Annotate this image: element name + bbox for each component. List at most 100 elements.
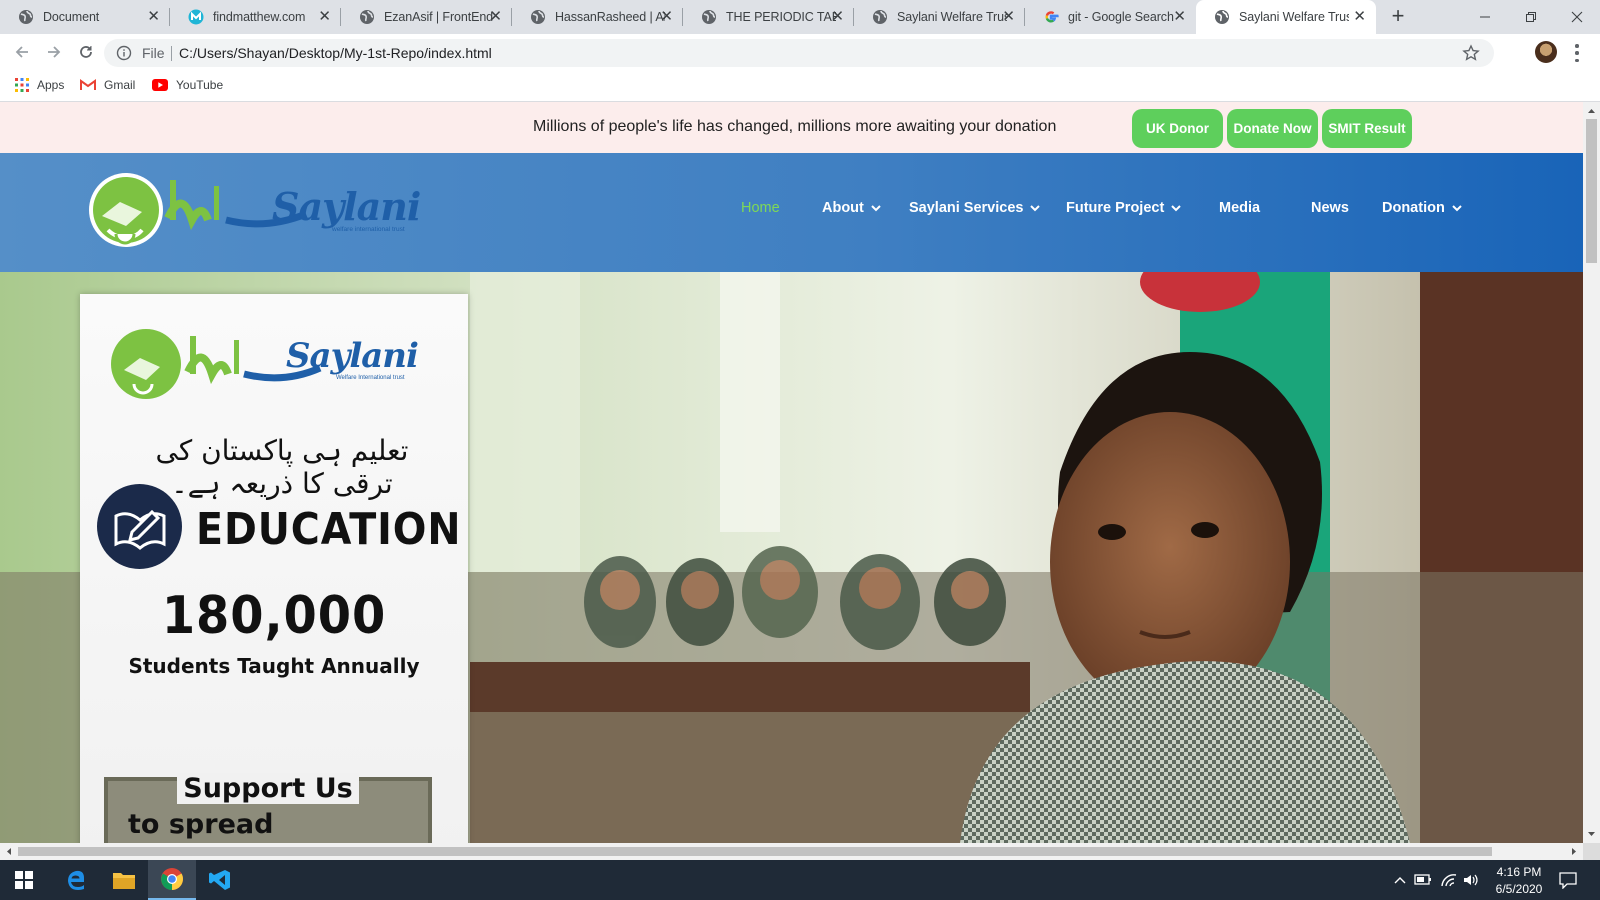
windows-logo-icon xyxy=(15,871,33,889)
reload-icon xyxy=(80,46,92,58)
scroll-right-arrow-icon[interactable] xyxy=(1567,843,1581,860)
tab-close-icon[interactable]: ✕ xyxy=(1002,9,1015,25)
bookmark-apps[interactable]: Apps xyxy=(15,78,64,92)
students-subtitle: Students Taught Annually xyxy=(128,654,420,678)
tab-periodic-table[interactable]: THE PERIODIC TABLE ✕ xyxy=(683,0,854,34)
tab-close-icon[interactable]: ✕ xyxy=(318,9,331,25)
address-bar[interactable]: File C:/Users/Shayan/Desktop/My-1st-Repo… xyxy=(104,39,1494,67)
tab-close-icon[interactable]: ✕ xyxy=(831,9,844,25)
site-m-icon xyxy=(188,9,204,25)
site-navbar: Saylani welfare international trust Home… xyxy=(0,153,1583,272)
folder-icon xyxy=(113,873,135,889)
profile-avatar[interactable] xyxy=(1535,41,1557,63)
tab-close-icon[interactable]: ✕ xyxy=(1353,9,1366,25)
new-tab-button[interactable]: + xyxy=(1386,5,1410,29)
education-title: EDUCATION xyxy=(196,504,462,555)
tab-google-search[interactable]: git - Google Search ✕ xyxy=(1025,0,1196,34)
bookmark-youtube[interactable]: YouTube xyxy=(152,78,223,92)
close-icon xyxy=(1571,11,1583,23)
nav-news[interactable]: News xyxy=(1311,200,1349,216)
taskbar-vscode[interactable] xyxy=(196,860,244,900)
bookmarks-bar: Apps Gmail YouTube xyxy=(0,70,1600,102)
nav-donation[interactable]: Donation xyxy=(1382,200,1462,216)
donate-now-button[interactable]: Donate Now xyxy=(1227,109,1318,148)
nav-home[interactable]: Home xyxy=(741,200,780,216)
tab-close-icon[interactable]: ✕ xyxy=(147,9,160,25)
close-window-button[interactable] xyxy=(1554,0,1600,34)
tab-close-icon[interactable]: ✕ xyxy=(660,9,673,25)
scroll-left-arrow-icon[interactable] xyxy=(2,843,16,860)
apps-grid-icon xyxy=(15,78,29,92)
smit-result-button[interactable]: SMIT Result xyxy=(1322,109,1412,148)
tab-hassanrasheed[interactable]: HassanRasheed | AF ✕ xyxy=(512,0,683,34)
taskbar-edge[interactable] xyxy=(52,860,100,900)
card-logo-wordmark: Saylani xyxy=(286,336,419,376)
nav-media[interactable]: Media xyxy=(1219,200,1260,216)
hero-banner: Saylani Welfare International trust تعلی… xyxy=(0,272,1583,843)
arrow-right-icon xyxy=(48,46,61,58)
card-logo: Saylani Welfare International trust xyxy=(110,326,430,411)
chevron-down-icon xyxy=(1452,204,1462,211)
vertical-scroll-thumb[interactable] xyxy=(1586,119,1597,263)
battery-icon[interactable] xyxy=(1414,872,1432,886)
chevron-down-icon xyxy=(871,204,881,211)
globe-icon xyxy=(702,10,716,24)
browser-window: Document ✕ findmatthew.com ✕ EzanAsif | … xyxy=(0,0,1600,900)
card-logo-tagline: Welfare International trust xyxy=(336,375,405,381)
volume-icon[interactable] xyxy=(1462,872,1480,888)
start-button[interactable] xyxy=(0,860,48,900)
students-count: 180,000 xyxy=(161,586,387,646)
info-icon[interactable] xyxy=(116,45,132,61)
tab-saylani-active[interactable]: Saylani Welfare Trust ✕ xyxy=(1196,0,1376,34)
edge-icon xyxy=(68,870,84,890)
globe-icon xyxy=(531,10,545,24)
support-banner[interactable]: Support Us to spread education xyxy=(104,773,432,843)
browser-menu-button[interactable] xyxy=(1574,44,1580,62)
tab-document[interactable]: Document ✕ xyxy=(0,0,170,34)
reload-button[interactable] xyxy=(74,40,98,64)
notification-center-icon[interactable] xyxy=(1558,871,1578,889)
bookmark-gmail[interactable]: Gmail xyxy=(80,78,135,92)
url-text[interactable]: C:/Users/Shayan/Desktop/My-1st-Repo/inde… xyxy=(179,45,492,61)
clock-time: 4:16 PM xyxy=(1496,865,1542,879)
tray-chevron-up-icon[interactable] xyxy=(1394,875,1406,885)
education-card: Saylani Welfare International trust تعلی… xyxy=(80,294,468,843)
windows-taskbar: 4:16 PM 6/5/2020 xyxy=(0,860,1600,900)
nav-saylani-services[interactable]: Saylani Services xyxy=(909,200,1041,216)
tab-strip: Document ✕ findmatthew.com ✕ EzanAsif | … xyxy=(0,0,1600,34)
scroll-down-arrow-icon[interactable] xyxy=(1583,827,1600,841)
tab-close-icon[interactable]: ✕ xyxy=(1173,9,1186,25)
uk-donor-button[interactable]: UK Donor xyxy=(1132,109,1223,148)
tab-findmatthew[interactable]: findmatthew.com ✕ xyxy=(170,0,341,34)
taskbar-chrome[interactable] xyxy=(148,860,196,900)
clock-date: 6/5/2020 xyxy=(1495,882,1543,896)
horizontal-scroll-thumb[interactable] xyxy=(18,847,1492,856)
chevron-down-icon xyxy=(1030,204,1041,211)
globe-icon xyxy=(19,10,33,24)
site-logo[interactable]: Saylani welfare international trust xyxy=(86,170,426,259)
forward-button[interactable] xyxy=(42,40,66,64)
taskbar-file-explorer[interactable] xyxy=(100,860,148,900)
restore-button[interactable] xyxy=(1508,0,1554,34)
education-icon xyxy=(97,484,182,569)
nav-about[interactable]: About xyxy=(822,200,881,216)
globe-icon xyxy=(360,10,374,24)
tab-ezanasif[interactable]: EzanAsif | FrontEndDev ✕ xyxy=(341,0,512,34)
wifi-icon[interactable] xyxy=(1440,872,1458,888)
page-viewport: Millions of people's life has changed, m… xyxy=(0,102,1583,843)
horizontal-scrollbar[interactable] xyxy=(0,843,1583,860)
donation-message: Millions of people's life has changed, m… xyxy=(533,118,1057,135)
scroll-up-arrow-icon[interactable] xyxy=(1583,104,1600,118)
support-line-1: Support Us xyxy=(177,773,359,804)
vertical-scrollbar[interactable] xyxy=(1583,102,1600,843)
tab-saylani-1[interactable]: Saylani Welfare Trust ✕ xyxy=(854,0,1025,34)
minimize-button[interactable] xyxy=(1462,0,1508,34)
taskbar-clock[interactable]: 4:16 PM 6/5/2020 xyxy=(1484,864,1554,898)
back-button[interactable] xyxy=(10,40,34,64)
bookmark-star-icon[interactable] xyxy=(1462,44,1480,62)
google-icon xyxy=(1045,11,1059,23)
globe-icon xyxy=(1215,10,1229,24)
nav-future-project[interactable]: Future Project xyxy=(1066,200,1182,216)
urdu-slogan: تعلیم ہی پاکستان کی ترقی کا ذریعہ ہے۔ xyxy=(155,434,409,500)
tab-close-icon[interactable]: ✕ xyxy=(489,9,502,25)
